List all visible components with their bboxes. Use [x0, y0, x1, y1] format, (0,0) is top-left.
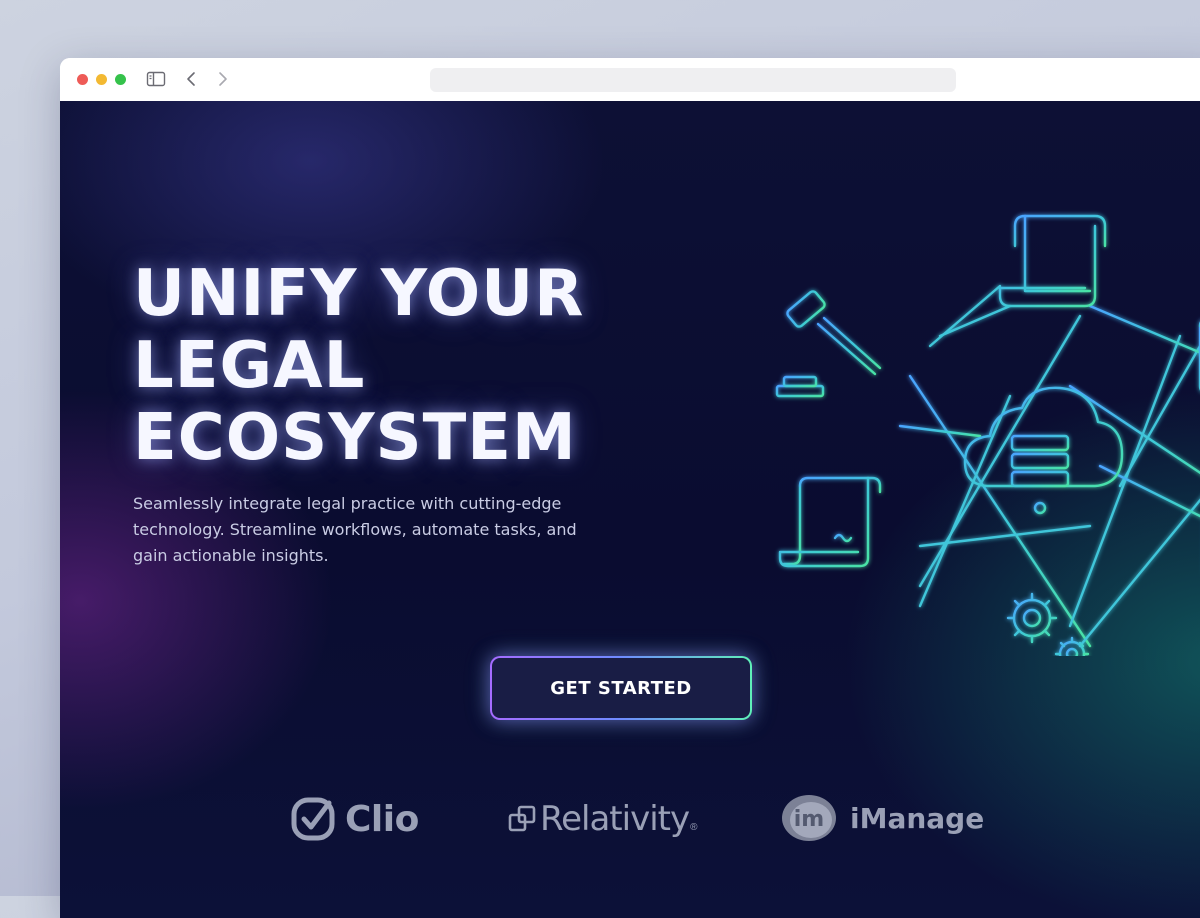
- gavel-icon: [775, 290, 882, 398]
- checkmark-badge-icon: [291, 797, 335, 841]
- sidebar-toggle-icon[interactable]: [146, 70, 166, 88]
- minimize-window-button[interactable]: [96, 74, 107, 85]
- get-started-label: GET STARTED: [492, 658, 750, 718]
- clio-logo: Clio: [291, 797, 419, 841]
- hero-subtext: Seamlessly integrate legal practice with…: [133, 494, 577, 565]
- browser-window: UNIFY YOUR LEGAL ECOSYSTEM Seamlessly in…: [60, 58, 1200, 918]
- im-icon-text: im: [794, 807, 824, 832]
- address-bar[interactable]: [430, 68, 956, 92]
- headline-line-2: LEGAL: [133, 329, 366, 403]
- imanage-logo: im iManage: [780, 793, 984, 843]
- get-started-button[interactable]: GET STARTED: [490, 656, 752, 720]
- forward-icon[interactable]: [212, 70, 232, 88]
- relativity-wordmark: Relativity: [540, 799, 690, 839]
- back-icon[interactable]: [182, 70, 202, 88]
- scroll-document-icon: [998, 214, 1107, 308]
- network-lines: [858, 284, 1200, 648]
- close-window-button[interactable]: [77, 74, 88, 85]
- registered-mark: ®: [690, 822, 698, 833]
- relativity-logo: Relativity ®: [508, 799, 697, 839]
- hero-headline: UNIFY YOUR LEGAL ECOSYSTEM: [133, 258, 693, 474]
- hero-section: UNIFY YOUR LEGAL ECOSYSTEM Seamlessly in…: [60, 101, 1200, 918]
- zoom-window-button[interactable]: [115, 74, 126, 85]
- overlapping-squares-icon: [508, 805, 536, 832]
- headline-line-3: ECOSYSTEM: [133, 401, 577, 475]
- im-circle-icon: im: [782, 795, 836, 841]
- partner-logos: Clio Relativity ® im iManage: [60, 791, 1200, 851]
- headline-line-1: UNIFY YOUR: [133, 257, 585, 331]
- imanage-wordmark: iManage: [850, 801, 985, 835]
- legal-network-illustration: [775, 214, 1200, 656]
- clio-wordmark: Clio: [345, 798, 419, 840]
- contract-icon: [778, 476, 882, 568]
- browser-toolbar: [60, 58, 1200, 102]
